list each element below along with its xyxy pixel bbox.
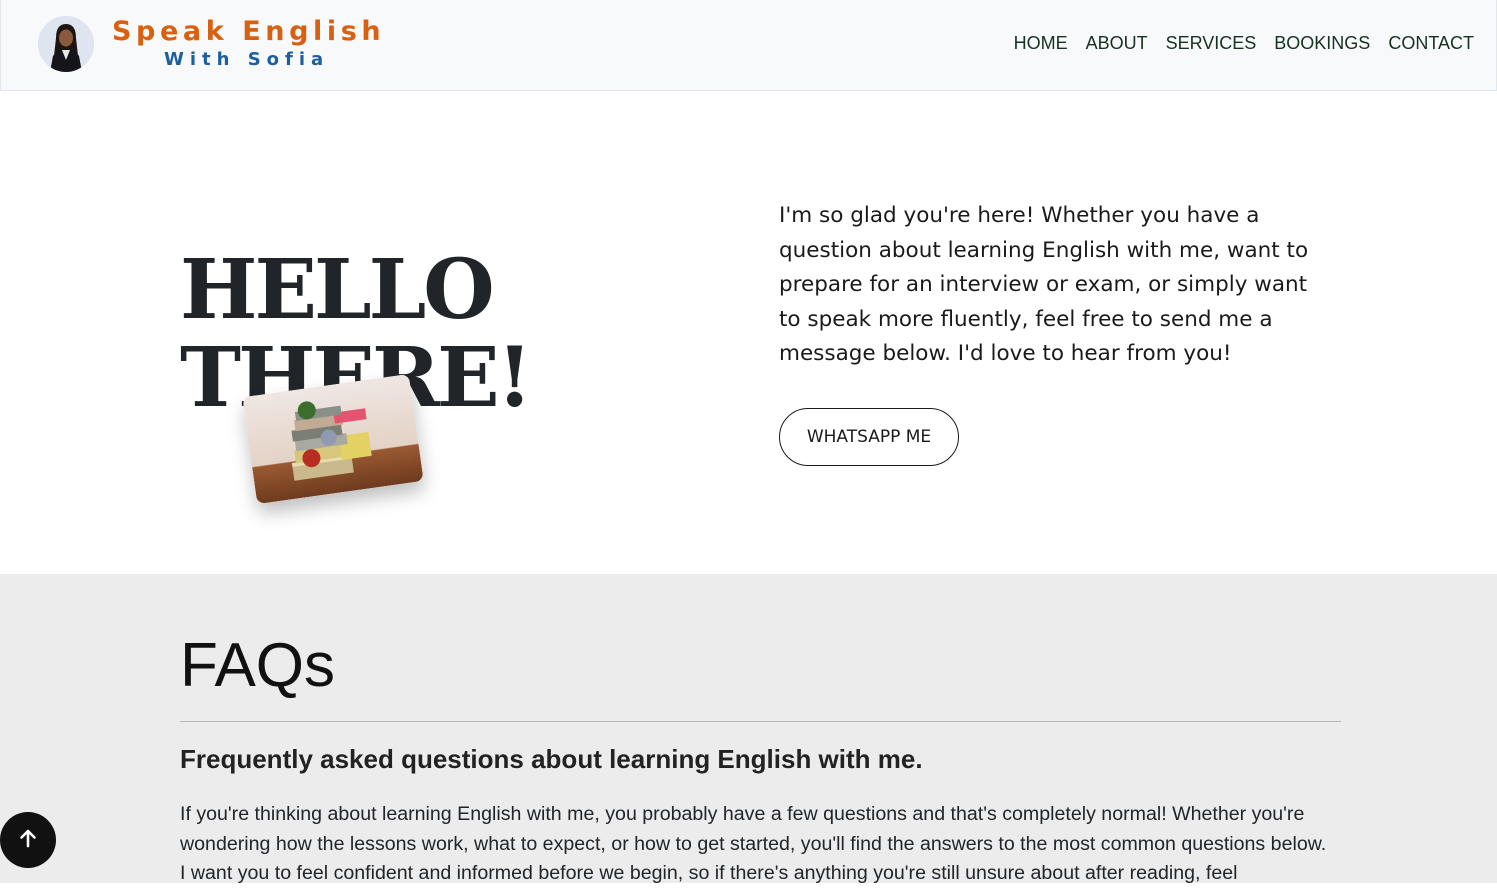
nav-home[interactable]: HOME xyxy=(1014,33,1068,54)
navbar: Speak English With Sofia HOME ABOUT SERV… xyxy=(0,0,1497,91)
nav-bookings[interactable]: BOOKINGS xyxy=(1274,33,1370,54)
nav-contact[interactable]: CONTACT xyxy=(1388,33,1474,54)
faq-section: FAQs Frequently asked questions about le… xyxy=(0,574,1497,884)
back-to-top-button[interactable] xyxy=(0,812,56,868)
hero-title-line1: HELLO xyxy=(180,242,495,338)
nav-services[interactable]: SERVICES xyxy=(1166,33,1257,54)
avatar[interactable] xyxy=(38,16,94,72)
nav-about[interactable]: ABOUT xyxy=(1086,33,1148,54)
faq-title: FAQs xyxy=(180,631,336,700)
faq-divider xyxy=(180,721,1341,722)
brand-subtitle[interactable]: With Sofia xyxy=(164,49,329,70)
whatsapp-button[interactable]: WHATSAPP ME xyxy=(779,408,959,466)
main-nav: HOME ABOUT SERVICES BOOKINGS CONTACT xyxy=(1014,33,1474,54)
arrow-up-icon xyxy=(17,827,39,854)
hero-text: I'm so glad you're here! Whether you hav… xyxy=(779,203,1309,366)
faq-subtitle: Frequently asked questions about learnin… xyxy=(180,744,923,774)
faq-intro-text: If you're thinking about learning Englis… xyxy=(180,803,1327,884)
books-image xyxy=(242,373,424,505)
brand-title[interactable]: Speak English xyxy=(112,16,385,47)
